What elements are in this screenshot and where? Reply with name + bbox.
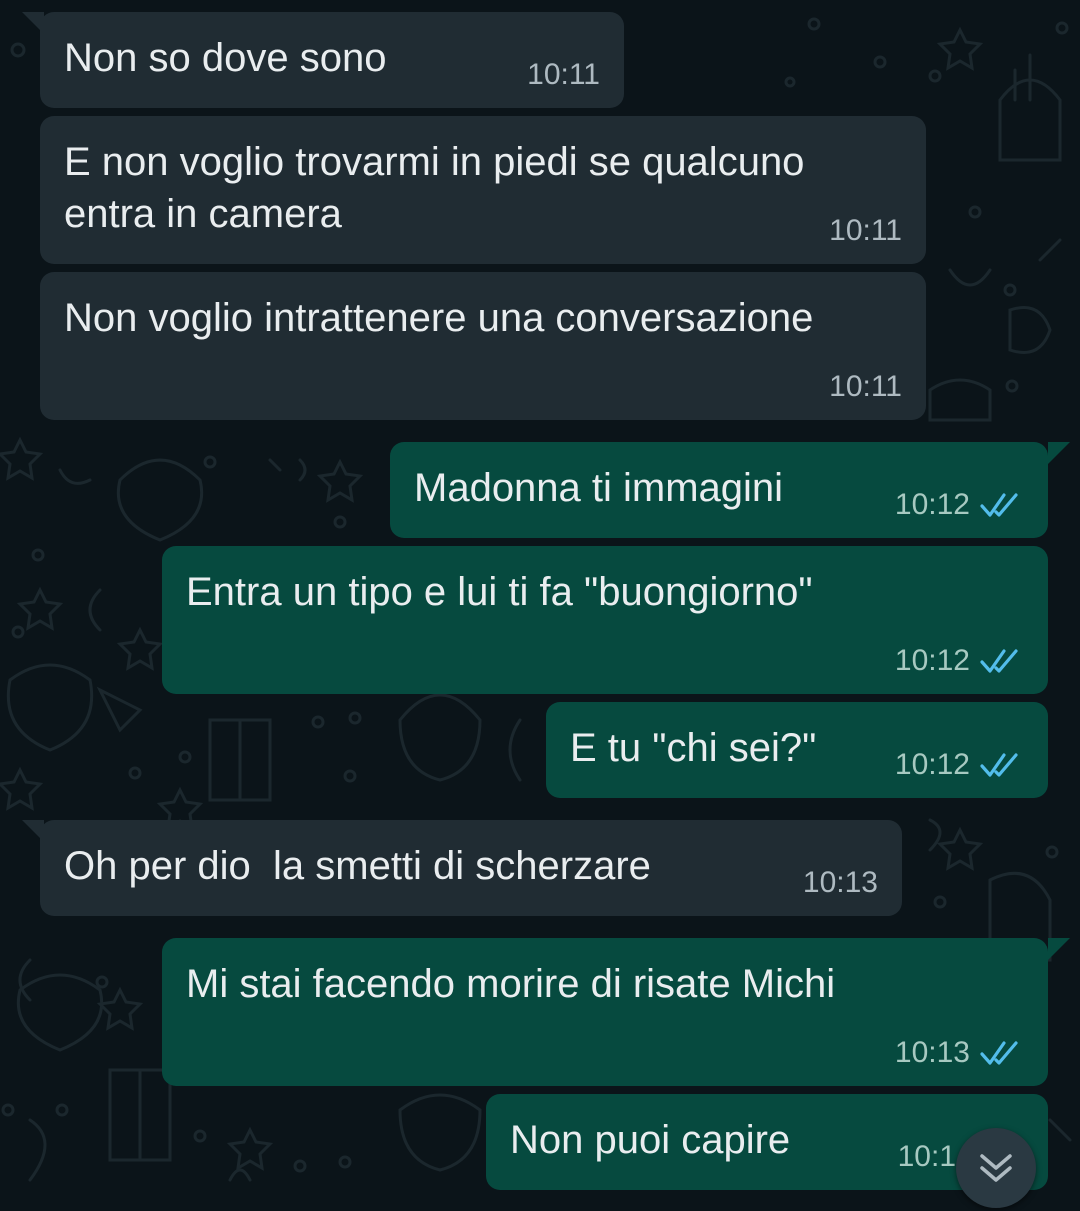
- message-text: Entra un tipo e lui ti fa "buongiorno": [186, 570, 813, 614]
- message-text: Non puoi capire: [510, 1118, 791, 1162]
- message-bubble-incoming[interactable]: Non voglio intrattenere una conversazion…: [40, 272, 926, 420]
- message-text: Non voglio intrattenere una conversazion…: [64, 296, 814, 340]
- message-text: E non voglio trovarmi in piedi se qualcu…: [64, 140, 805, 236]
- message-time: 10:13: [894, 1036, 970, 1069]
- bubble-tail: [22, 820, 44, 842]
- message-time: 10:12: [894, 488, 970, 521]
- message-text: Oh per dio la smetti di scherzare: [64, 844, 651, 888]
- chat-conversation[interactable]: Non so dove sono 10:11 E non voglio trov…: [0, 0, 1080, 1211]
- message-meta: 10:11: [829, 370, 902, 404]
- message-time: 10:12: [894, 644, 970, 677]
- message-time: 10:13: [802, 866, 878, 899]
- message-bubble-outgoing[interactable]: Mi stai facendo morire di risate Michi 1…: [162, 938, 1070, 1086]
- message-text: Madonna ti immagini: [414, 466, 784, 510]
- double-chevron-down-icon: [980, 1154, 1012, 1182]
- message-meta: 10:12: [895, 488, 1024, 522]
- message-time: 10:11: [527, 58, 600, 91]
- message-bubble-incoming[interactable]: Non so dove sono 10:11: [22, 12, 624, 108]
- bubble-tail: [1048, 442, 1070, 464]
- message-meta: 10:11: [527, 58, 600, 92]
- message-text: Mi stai facendo morire di risate Michi: [186, 962, 836, 1006]
- message-time: 10:12: [894, 748, 970, 781]
- message-bubble-incoming[interactable]: Oh per dio la smetti di scherzare 10:13: [22, 820, 902, 916]
- scroll-to-bottom-button[interactable]: [956, 1128, 1036, 1208]
- double-check-read-icon: [980, 649, 1018, 673]
- message-meta: 10:12: [895, 644, 1024, 678]
- message-text: Non so dove sono: [64, 36, 387, 80]
- message-meta: 10:13: [803, 866, 878, 900]
- message-time: 10:11: [829, 370, 902, 403]
- message-time: 10:1: [897, 1140, 956, 1173]
- message-bubble-incoming[interactable]: E non voglio trovarmi in piedi se qualcu…: [40, 116, 926, 264]
- bubble-tail: [22, 12, 44, 34]
- double-check-read-icon: [980, 753, 1018, 777]
- bubble-tail: [1048, 938, 1070, 960]
- double-check-read-icon: [980, 1041, 1018, 1065]
- message-meta: 10:12: [895, 748, 1024, 782]
- message-meta: 10:13: [895, 1036, 1024, 1070]
- message-meta: 10:11: [829, 214, 902, 248]
- message-bubble-outgoing[interactable]: Madonna ti immagini 10:12: [390, 442, 1070, 538]
- double-check-read-icon: [980, 493, 1018, 517]
- message-bubble-outgoing[interactable]: E tu "chi sei?" 10:12: [546, 702, 1048, 798]
- message-text: E tu "chi sei?": [570, 726, 817, 770]
- message-time: 10:11: [829, 214, 902, 247]
- message-bubble-outgoing[interactable]: Entra un tipo e lui ti fa "buongiorno" 1…: [162, 546, 1048, 694]
- message-meta: 10:1: [898, 1140, 956, 1174]
